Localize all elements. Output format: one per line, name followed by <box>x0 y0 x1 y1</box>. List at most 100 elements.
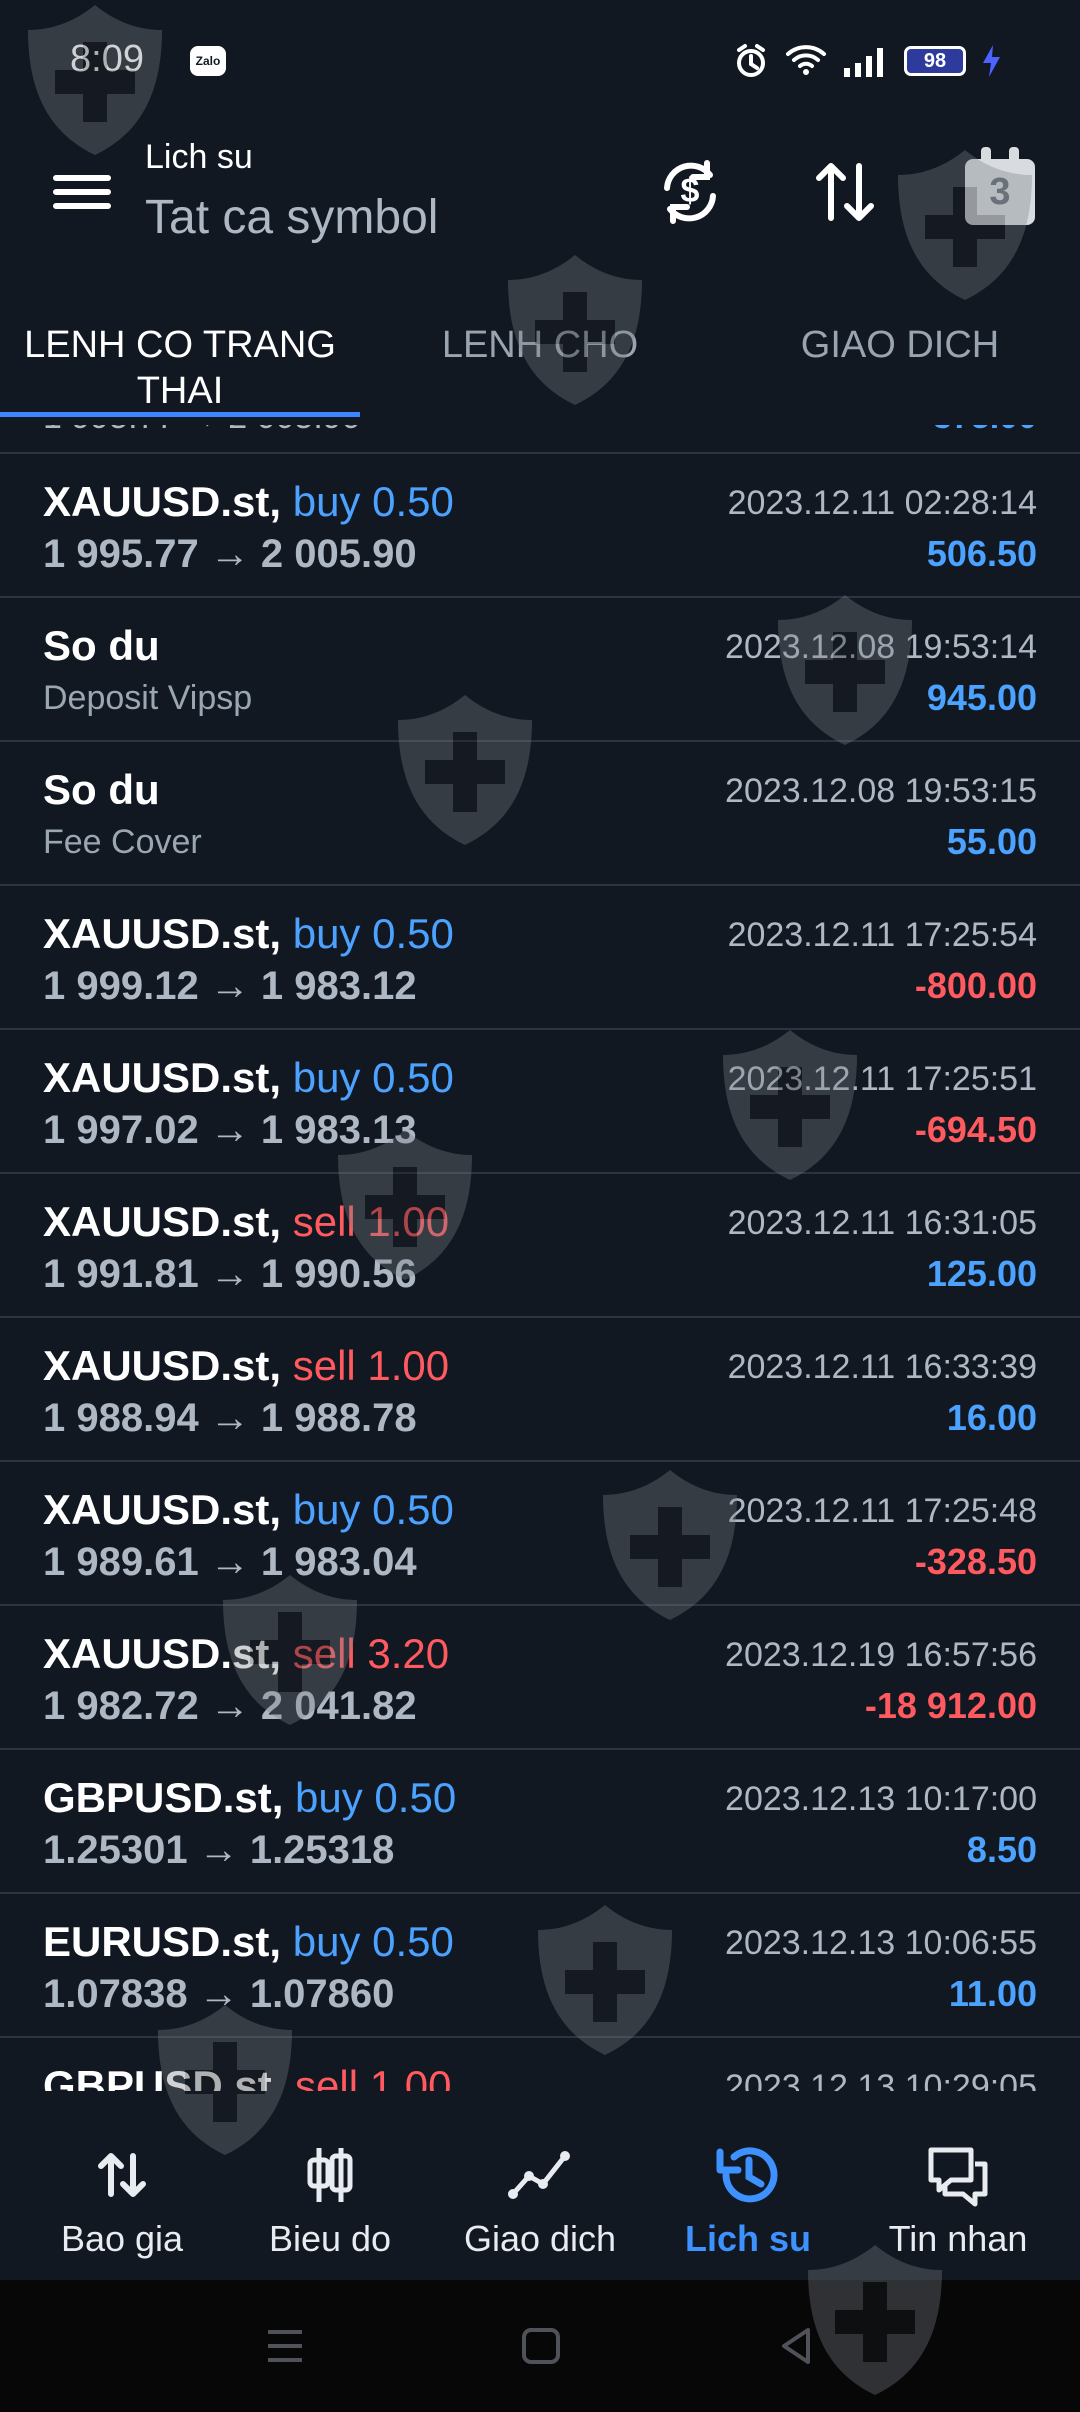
history-clock-icon <box>716 2147 778 2203</box>
sort-button[interactable] <box>803 150 887 234</box>
calendar-icon: 3 <box>965 147 1035 225</box>
row-note: Deposit Vipsp <box>43 679 253 717</box>
nav-history[interactable]: Lich su <box>640 2095 856 2280</box>
row-side: sell 1.00 <box>292 1342 450 1389</box>
partial-list-item[interactable]: 1 995.77 → 2 005.90 375.00 <box>0 425 1080 454</box>
history-row[interactable]: XAUUSD.st, sell 3.20 1 982.72 → 2 041.82 2… <box>0 1606 1080 1750</box>
row-date: 2023.12.08 19:53:14 <box>725 628 1037 666</box>
row-symbol: XAUUSD.st, <box>43 478 282 525</box>
nav-label: Tin nhan <box>888 2218 1028 2259</box>
alarm-icon <box>737 44 765 77</box>
row-symbol: XAUUSD.st, <box>43 1198 282 1245</box>
row-prices: 1.07838 → 1.07860 <box>43 1972 395 2016</box>
row-profit: 125.00 <box>926 1253 1037 1294</box>
history-row[interactable]: XAUUSD.st, sell 1.00 1 991.81 → 1 990.56 2… <box>0 1174 1080 1318</box>
row-profit: -18 912.00 <box>864 1685 1037 1726</box>
nav-trade[interactable]: Giao dich <box>432 2095 648 2280</box>
history-row-partial[interactable]: GBPUSD.st, sell 1.00 2023.12.13 10:29:05 <box>0 2038 1080 2091</box>
trade-line-icon <box>508 2151 570 2199</box>
row-profit: 11.00 <box>948 1973 1037 2014</box>
currency-refresh-button[interactable]: $ <box>648 150 732 234</box>
row-date: 2023.12.13 10:29:05 <box>725 2068 1037 2091</box>
partial-row-values: 1 995.77 → 2 005.90 <box>43 425 361 437</box>
status-icons: 98 <box>732 42 1002 80</box>
row-note: Fee Cover <box>43 823 202 861</box>
row-side: buy 0.50 <box>292 1918 454 1965</box>
row-profit: 945.00 <box>926 677 1037 718</box>
row-symbol: GBPUSD.st, <box>43 2062 284 2091</box>
history-row[interactable]: EURUSD.st, buy 0.50 1.07838 → 1.07860 2023… <box>0 1894 1080 2038</box>
history-row[interactable]: XAUUSD.st, buy 0.50 1 999.12 → 1 983.12 20… <box>0 886 1080 1030</box>
nav-chart[interactable]: Bieu do <box>222 2095 438 2280</box>
status-time: 8:09 <box>70 38 144 80</box>
row-date: 2023.12.11 17:25:48 <box>727 1492 1037 1530</box>
history-row[interactable]: So du Deposit Vipsp 2023.12.08 19:53:14 945… <box>0 598 1080 742</box>
history-row[interactable]: XAUUSD.st, buy 0.50 1 989.61 → 1 983.04 20… <box>0 1462 1080 1606</box>
history-row[interactable]: GBPUSD.st, buy 0.50 1.25301 → 1.25318 2023… <box>0 1750 1080 1894</box>
partial-row-profit: 375.00 <box>933 425 1037 437</box>
row-prices: 1 999.12 → 1 983.12 <box>43 964 417 1008</box>
nav-label: Giao dich <box>463 2218 617 2259</box>
row-symbol: XAUUSD.st, <box>43 1630 282 1677</box>
row-date: 2023.12.13 10:17:00 <box>725 1780 1037 1818</box>
home-icon[interactable] <box>506 2320 576 2372</box>
row-symbol: XAUUSD.st, <box>43 1054 282 1101</box>
row-side: sell 1.00 <box>295 2062 452 2091</box>
row-symbol: So du <box>43 622 160 669</box>
status-bar: 8:09 Zalo 98 <box>0 0 1080 120</box>
svg-text:$: $ <box>681 172 700 210</box>
row-prices: 1 982.72 → 2 041.82 <box>43 1684 417 1728</box>
page-title[interactable]: Tat ca symbol <box>145 190 438 245</box>
row-prices: 1 988.94 → 1 988.78 <box>43 1396 417 1440</box>
nav-label: Lich su <box>684 2218 812 2259</box>
signal-icon <box>844 48 883 77</box>
row-symbol: GBPUSD.st, <box>43 1774 284 1821</box>
currency-refresh-icon: $ <box>664 160 716 224</box>
system-navigation-bar <box>0 2280 1080 2412</box>
row-side: buy 0.50 <box>292 910 454 957</box>
row-side: buy 0.50 <box>292 1054 454 1101</box>
row-prices: 1 997.02 → 1 983.13 <box>43 1108 417 1152</box>
history-row[interactable]: So du Fee Cover 2023.12.08 19:53:15 55.00 <box>0 742 1080 886</box>
row-symbol: EURUSD.st, <box>43 1918 282 1965</box>
tab-orders[interactable]: LENH CHO <box>360 322 720 412</box>
row-symbol: XAUUSD.st, <box>43 1486 282 1533</box>
row-prices: 1 991.81 → 1 990.56 <box>43 1252 417 1296</box>
history-row[interactable]: XAUUSD.st, buy 0.50 1 997.02 → 1 983.13 20… <box>0 1030 1080 1174</box>
row-date: 2023.12.19 16:57:56 <box>725 1636 1037 1674</box>
battery-indicator: 98 <box>904 46 966 76</box>
zalo-icon: Zalo <box>190 46 226 76</box>
history-row[interactable]: XAUUSD.st, buy 0.50 1 995.77 → 2 005.90 20… <box>0 454 1080 598</box>
tab-positions[interactable]: LENH CO TRANG THAI <box>0 322 360 412</box>
row-date: 2023.12.08 19:53:15 <box>725 772 1037 810</box>
row-side: buy 0.50 <box>292 1486 454 1533</box>
top-bar: Lich su Tat ca symbol $ 3 <box>0 120 1080 270</box>
row-profit: -328.50 <box>914 1541 1037 1582</box>
row-date: 2023.12.11 02:28:14 <box>727 484 1037 522</box>
nav-label: Bieu do <box>268 2218 392 2259</box>
row-date: 2023.12.11 17:25:54 <box>727 916 1037 954</box>
row-side: buy 0.50 <box>292 478 454 525</box>
recent-apps-icon[interactable] <box>250 2320 320 2372</box>
messages-icon <box>928 2147 988 2207</box>
row-date: 2023.12.11 16:31:05 <box>727 1204 1037 1242</box>
row-symbol: So du <box>43 766 160 813</box>
history-row[interactable]: XAUUSD.st, sell 1.00 1 988.94 → 1 988.78 2… <box>0 1318 1080 1462</box>
row-side: buy 0.50 <box>295 1774 457 1821</box>
back-icon[interactable] <box>762 2320 832 2372</box>
row-prices: 1.25301 → 1.25318 <box>43 1828 395 1872</box>
row-profit: 55.00 <box>946 821 1037 862</box>
hamburger-menu-icon[interactable] <box>52 162 112 222</box>
page-subtitle: Lich su <box>145 138 253 176</box>
charging-icon <box>983 45 1000 77</box>
row-profit: 506.50 <box>926 533 1037 574</box>
history-list[interactable]: 1 995.77 → 2 005.90 375.00 XAUUSD.st, bu… <box>0 425 1080 2091</box>
sort-arrows-icon <box>816 163 874 221</box>
nav-messages[interactable]: Tin nhan <box>850 2095 1066 2280</box>
nav-quotes[interactable]: Bao gia <box>14 2095 230 2280</box>
tab-deals[interactable]: GIAO DICH <box>720 322 1080 412</box>
bottom-navigation: Bao gia Bieu do Giao dich Lich su Tin nh… <box>0 2095 1080 2280</box>
row-symbol: XAUUSD.st, <box>43 1342 282 1389</box>
calendar-button[interactable]: 3 <box>958 147 1042 234</box>
row-profit: 16.00 <box>946 1397 1037 1438</box>
